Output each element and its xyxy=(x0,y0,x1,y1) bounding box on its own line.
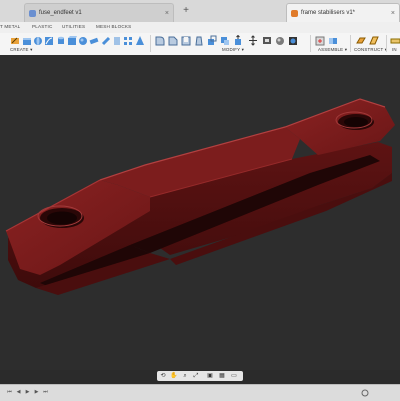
draft-icon[interactable] xyxy=(194,35,204,46)
document-tab-active[interactable]: frame stabilisers v1* × xyxy=(286,3,400,22)
model-render xyxy=(5,98,395,295)
assemble-menu[interactable]: ASSEMBLE ▾ xyxy=(318,47,347,53)
chamfer-icon[interactable] xyxy=(168,35,178,46)
modify-menu[interactable]: MODIFY ▾ xyxy=(222,47,244,53)
measure-icon[interactable] xyxy=(390,35,400,46)
navigation-bar: ⟲ ✋ ⌕ ⤢ ▣ ▦ ▭ xyxy=(157,371,243,381)
ribbon-toolbar: CREATE ▾ MODIFY ▾ ASSEMBLE ▾ CONSTRUCT ▾… xyxy=(0,33,400,56)
rib-icon[interactable] xyxy=(101,35,111,46)
pattern-icon[interactable] xyxy=(123,35,133,46)
close-icon[interactable]: × xyxy=(165,4,169,22)
revolve-icon[interactable] xyxy=(33,35,43,46)
offset-plane-icon[interactable] xyxy=(356,35,366,46)
appearance-icon[interactable] xyxy=(288,35,298,46)
timeline-bar: ⏮ ◀ ▶ ▶ ⏭ xyxy=(0,384,400,401)
grid-icon[interactable]: ▦ xyxy=(218,372,226,380)
workspace-tab-bar: T METAL PLASTIC UTILITIES MESH BLOCKS xyxy=(0,22,400,33)
physical-material-icon[interactable] xyxy=(275,35,285,46)
joint-icon[interactable] xyxy=(328,35,338,46)
align-icon[interactable] xyxy=(262,35,272,46)
fit-icon[interactable]: ⤢ xyxy=(192,372,200,380)
toolbar-divider xyxy=(150,35,151,52)
prev-icon[interactable]: ◀ xyxy=(15,389,22,396)
press-pull-icon[interactable] xyxy=(233,35,243,46)
next-icon[interactable]: ▶ xyxy=(33,389,40,396)
tab-plastic[interactable]: PLASTIC xyxy=(32,24,53,29)
zoom-icon[interactable]: ⌕ xyxy=(181,372,189,380)
tab-sheet-metal[interactable]: T METAL xyxy=(0,24,20,29)
coil-icon[interactable] xyxy=(112,35,122,46)
sweep-icon[interactable] xyxy=(44,35,54,46)
toolbar-divider xyxy=(310,35,311,52)
stabiliser-bracket[interactable] xyxy=(5,98,395,295)
document-tab-label: frame stabilisers v1* xyxy=(301,10,356,16)
tab-mesh-blocks[interactable]: MESH BLOCKS xyxy=(96,24,131,29)
pyramid-icon[interactable] xyxy=(135,35,145,46)
new-tab-button[interactable]: + xyxy=(180,5,192,17)
new-component-icon[interactable] xyxy=(315,35,325,46)
pan-icon[interactable]: ✋ xyxy=(170,372,178,380)
construct-menu[interactable]: CONSTRUCT ▾ xyxy=(354,47,387,53)
timeline-settings-icon[interactable] xyxy=(360,388,370,398)
plane-at-angle-icon[interactable] xyxy=(369,35,379,46)
toolbar-divider xyxy=(386,35,387,52)
scale-icon[interactable] xyxy=(207,35,217,46)
cylinder-icon[interactable] xyxy=(56,35,66,46)
first-icon[interactable]: ⏮ xyxy=(6,389,13,396)
close-icon[interactable]: × xyxy=(391,4,395,22)
move-icon[interactable] xyxy=(248,35,258,46)
document-tab[interactable]: fuse_endfeet v1 × xyxy=(24,3,174,22)
document-tab-label: fuse_endfeet v1 xyxy=(39,10,82,16)
last-icon[interactable]: ⏭ xyxy=(42,389,49,396)
create-menu[interactable]: CREATE ▾ xyxy=(10,47,33,53)
box-icon[interactable] xyxy=(67,35,77,46)
tab-utilities[interactable]: UTILITIES xyxy=(62,24,85,29)
part-icon xyxy=(29,10,36,17)
new-sketch-icon[interactable] xyxy=(10,35,20,46)
orbit-icon[interactable]: ⟲ xyxy=(159,372,167,380)
viewport-icon[interactable]: ▭ xyxy=(230,372,238,380)
inspect-menu[interactable]: IN xyxy=(392,47,397,52)
extrude-icon[interactable] xyxy=(22,35,32,46)
part-icon xyxy=(291,10,298,17)
display-icon[interactable]: ▣ xyxy=(206,372,214,380)
toolbar-divider xyxy=(350,35,351,52)
play-icon[interactable]: ▶ xyxy=(24,389,31,396)
shell-icon[interactable] xyxy=(181,35,191,46)
3d-viewport[interactable] xyxy=(0,55,400,370)
combine-icon[interactable] xyxy=(220,35,230,46)
fillet-icon[interactable] xyxy=(155,35,165,46)
sphere-icon[interactable] xyxy=(78,35,88,46)
pipe-icon[interactable] xyxy=(89,35,99,46)
document-tab-bar: fuse_endfeet v1 × + frame stabilisers v1… xyxy=(0,0,400,23)
